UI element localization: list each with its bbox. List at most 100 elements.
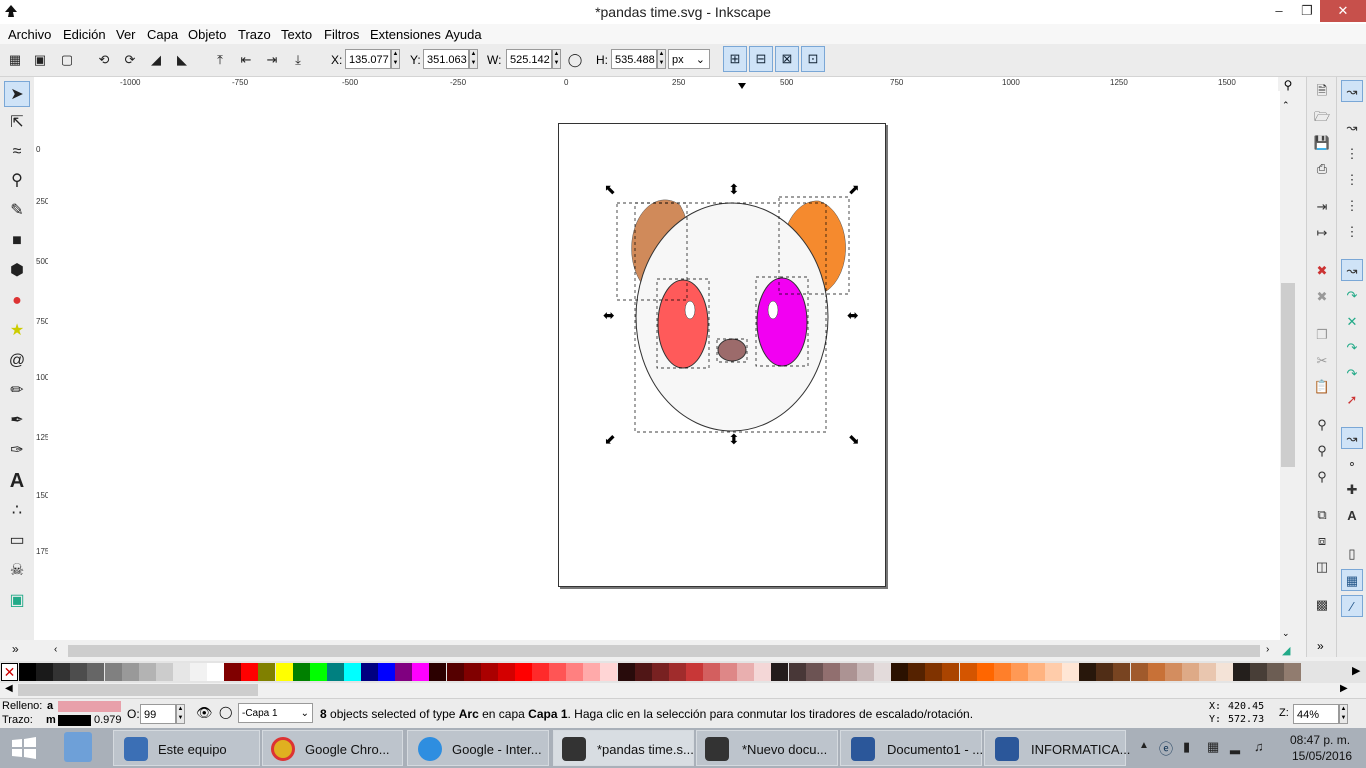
snap-intersection-icon[interactable]: ✕ bbox=[1341, 311, 1363, 333]
clone-icon[interactable]: ⧈ bbox=[1311, 530, 1333, 552]
scale-stroke-toggle[interactable]: ⊞ bbox=[723, 46, 747, 72]
color-swatch[interactable] bbox=[446, 663, 464, 681]
color-swatch[interactable] bbox=[805, 663, 823, 681]
color-swatch[interactable] bbox=[207, 663, 225, 681]
opacity-spinner[interactable]: ▲ ▼ bbox=[176, 704, 185, 724]
duplicate-icon[interactable]: ⧉ bbox=[1311, 504, 1333, 526]
snap-bbox-corner-icon[interactable]: ⋮ bbox=[1341, 169, 1363, 191]
snap-path-icon[interactable]: ↷ bbox=[1341, 285, 1363, 307]
color-swatch[interactable] bbox=[361, 663, 378, 681]
color-swatch[interactable] bbox=[1147, 663, 1165, 681]
color-swatch[interactable] bbox=[104, 663, 122, 681]
color-swatch[interactable] bbox=[874, 663, 891, 681]
taskbar-item-inkscape-pandas[interactable]: *pandas time.s... bbox=[553, 730, 694, 766]
print-icon[interactable]: ⎙ bbox=[1311, 158, 1333, 180]
color-swatch[interactable] bbox=[155, 663, 173, 681]
x-field[interactable]: 135.077 bbox=[345, 49, 391, 69]
snap-enable-icon[interactable]: ↝ bbox=[1341, 80, 1363, 102]
taskbar-item-word-doc1[interactable]: Documento1 - ... bbox=[840, 730, 983, 766]
snap-cusp-icon[interactable]: ↷ bbox=[1341, 337, 1363, 359]
snap-page-icon[interactable]: ▯ bbox=[1341, 543, 1363, 565]
paint-bucket-tool-icon[interactable]: ☠ bbox=[4, 558, 30, 584]
selector-tool-icon[interactable]: ➤ bbox=[4, 81, 30, 107]
select-all-icon[interactable]: ▦ bbox=[7, 52, 23, 68]
flip-vertical-icon[interactable]: ◣ bbox=[174, 52, 190, 68]
color-swatch[interactable] bbox=[583, 663, 601, 681]
snap-center-icon[interactable]: ∘ bbox=[1341, 453, 1363, 475]
show-hidden-icons-icon[interactable]: ▲ bbox=[1139, 740, 1149, 751]
color-swatch[interactable] bbox=[1130, 663, 1148, 681]
menu-filtros[interactable]: Filtros bbox=[324, 27, 359, 42]
3d-box-tool-icon[interactable]: ⬢ bbox=[4, 258, 30, 284]
color-swatch[interactable] bbox=[993, 663, 1011, 681]
color-swatch[interactable] bbox=[720, 663, 738, 681]
color-swatch[interactable] bbox=[1216, 663, 1233, 681]
color-swatch[interactable] bbox=[771, 663, 789, 681]
expand-left-icon[interactable]: » bbox=[12, 642, 19, 656]
w-field[interactable]: 525.142 bbox=[506, 49, 552, 69]
calligraphy-tool-icon[interactable]: ✑ bbox=[4, 438, 30, 464]
tray-volume-icon[interactable]: ♫ bbox=[1254, 739, 1264, 754]
color-swatch[interactable] bbox=[566, 663, 584, 681]
taskbar-item-inkscape-new[interactable]: *Nuevo docu... bbox=[696, 730, 838, 766]
h-field[interactable]: 535.488 bbox=[611, 49, 657, 69]
color-swatch[interactable] bbox=[600, 663, 618, 681]
pencil-tool-icon[interactable]: ✏ bbox=[4, 378, 30, 404]
color-swatch[interactable] bbox=[1164, 663, 1182, 681]
color-swatch[interactable] bbox=[138, 663, 156, 681]
stroke-indicator[interactable] bbox=[58, 715, 91, 726]
spiral-tool-icon[interactable]: @ bbox=[4, 348, 30, 374]
menu-archivo[interactable]: Archivo bbox=[8, 27, 51, 42]
color-swatch[interactable] bbox=[87, 663, 105, 681]
zoom-field[interactable]: 44% bbox=[1293, 704, 1339, 724]
copy-icon[interactable]: ❐ bbox=[1311, 324, 1333, 346]
color-swatch[interactable] bbox=[292, 663, 310, 681]
calculator-icon[interactable] bbox=[64, 732, 92, 762]
color-swatch[interactable] bbox=[685, 663, 703, 681]
opacity-field[interactable]: 99 bbox=[140, 704, 176, 724]
color-swatch[interactable] bbox=[1010, 663, 1028, 681]
gradient-tool-icon[interactable]: ▣ bbox=[4, 588, 30, 614]
new-document-icon[interactable]: 🗎 bbox=[1311, 80, 1333, 102]
layer-select[interactable]: -Capa 1 ⌄ bbox=[238, 703, 313, 723]
undo-icon[interactable]: ✖ bbox=[1311, 260, 1333, 282]
zoom-corner-icon[interactable]: ⚲ bbox=[1280, 78, 1296, 92]
color-swatch[interactable] bbox=[53, 663, 71, 681]
color-swatch[interactable] bbox=[343, 663, 361, 681]
color-swatch[interactable] bbox=[532, 663, 549, 681]
redo-icon[interactable]: ✖ bbox=[1311, 286, 1333, 308]
snap-bbox-midpoint-icon[interactable]: ⋮ bbox=[1341, 195, 1363, 217]
group-icon[interactable]: ▩ bbox=[1311, 594, 1333, 616]
pen-tool-icon[interactable]: ✒ bbox=[4, 408, 30, 434]
clock-time[interactable]: 08:47 p. m. bbox=[1290, 733, 1350, 747]
unlink-clone-icon[interactable]: ◫ bbox=[1311, 556, 1333, 578]
scroll-down-icon[interactable]: ⌄ bbox=[1282, 628, 1290, 639]
y-spinner[interactable]: ▲ ▼ bbox=[469, 49, 478, 69]
color-swatch[interactable] bbox=[224, 663, 242, 681]
vertical-scroll-thumb[interactable] bbox=[1281, 283, 1295, 467]
horizontal-scroll-thumb[interactable] bbox=[68, 645, 1260, 657]
palette-scroll-left-icon[interactable]: ◀ bbox=[5, 683, 13, 694]
color-swatch[interactable] bbox=[651, 663, 669, 681]
save-icon[interactable]: 💾 bbox=[1311, 132, 1333, 154]
restore-button[interactable]: ❐ bbox=[1290, 0, 1324, 22]
menu-capa[interactable]: Capa bbox=[147, 27, 178, 42]
close-window-button[interactable]: ✕ bbox=[1320, 0, 1366, 22]
tray-network-icon[interactable]: ▦ bbox=[1207, 739, 1219, 755]
ellipse-tool-icon[interactable]: ● bbox=[4, 288, 30, 314]
snap-bbox-edge-icon[interactable]: ⋮ bbox=[1341, 143, 1363, 165]
snap-others-icon[interactable]: ↝ bbox=[1341, 427, 1363, 449]
palette-scroll-thumb[interactable] bbox=[18, 684, 258, 696]
eraser-tool-icon[interactable]: ▭ bbox=[4, 528, 30, 554]
snap-text-baseline-icon[interactable]: A bbox=[1341, 505, 1363, 527]
scroll-up-icon[interactable]: ⌃ bbox=[1282, 100, 1290, 111]
cut-icon[interactable]: ✂ bbox=[1311, 350, 1333, 372]
color-swatch[interactable] bbox=[121, 663, 139, 681]
w-spinner[interactable]: ▲ ▼ bbox=[552, 49, 561, 69]
snap-smooth-icon[interactable]: ↷ bbox=[1341, 363, 1363, 385]
color-swatch[interactable] bbox=[258, 663, 276, 681]
color-swatch[interactable] bbox=[634, 663, 652, 681]
palette-menu-icon[interactable]: ▶ bbox=[1352, 664, 1360, 677]
fill-indicator[interactable] bbox=[58, 701, 121, 712]
color-swatch[interactable] bbox=[326, 663, 344, 681]
